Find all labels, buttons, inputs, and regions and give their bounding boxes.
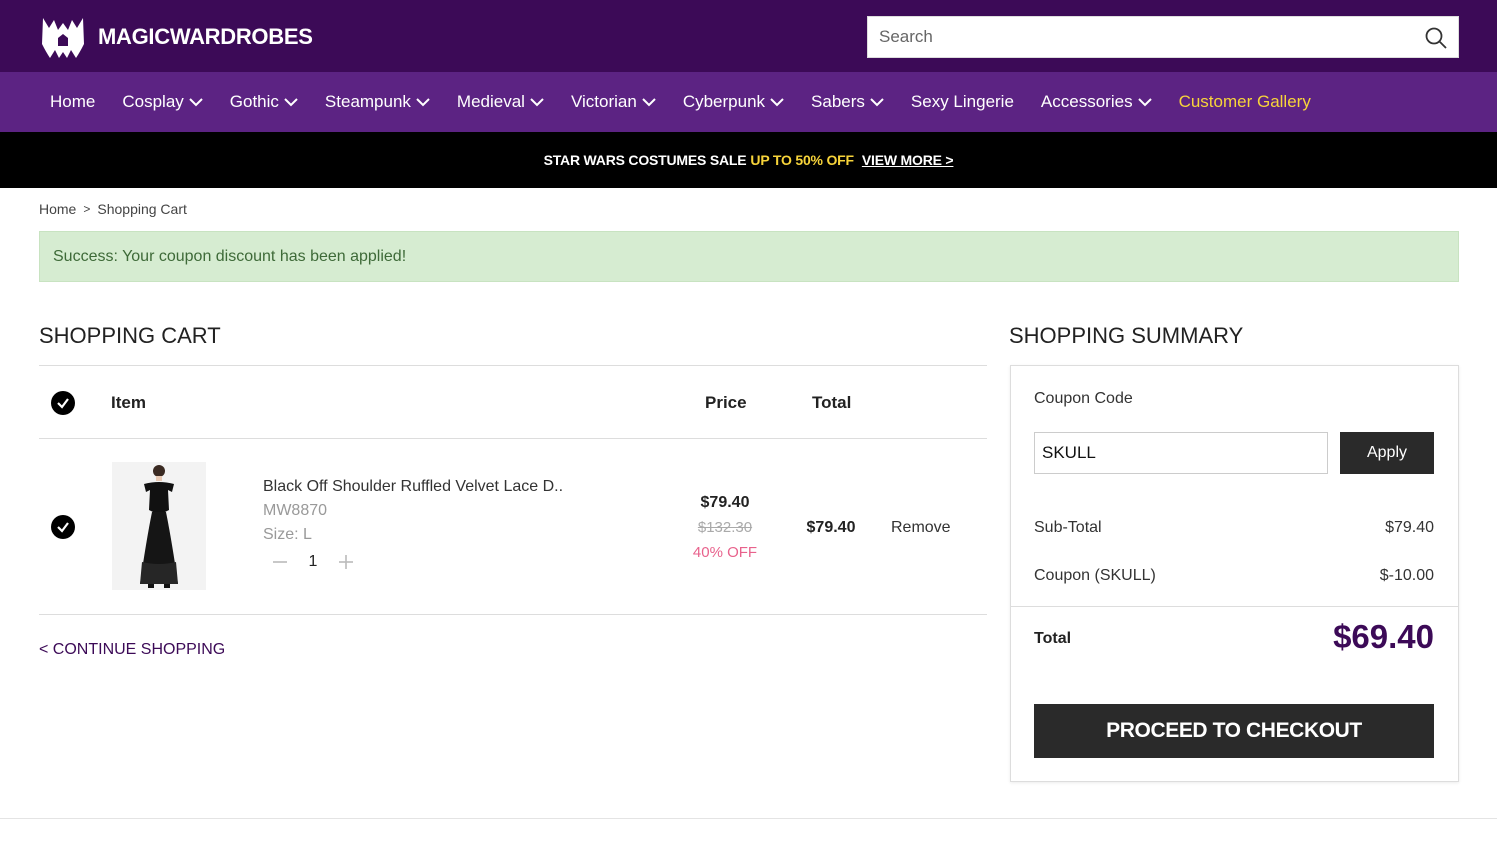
nav-label: Accessories [1040,92,1133,111]
line-total: $79.40 [806,519,856,536]
search-icon[interactable] [1424,26,1448,50]
nav-label: Cyberpunk [682,92,766,111]
nav-home[interactable]: Home [50,92,95,112]
nav-cyberpunk[interactable]: Cyberpunk [683,92,784,112]
chevron-down-icon [642,98,656,107]
nav-customer-gallery[interactable]: Customer Gallery [1179,92,1311,112]
order-total-value: $69.40 [1333,618,1434,655]
chevron-down-icon [870,98,884,107]
subtotal-value: $79.40 [1385,519,1434,536]
divider [39,365,987,366]
dress-image [112,462,206,590]
cart-title: SHOPPING CART [39,323,221,348]
breadcrumb-separator: > [83,202,91,216]
nav-label: Steampunk [324,92,411,111]
success-alert: Success: Your coupon discount has been a… [39,231,1459,282]
item-checkbox[interactable] [51,515,75,539]
order-total-label: Total [1034,630,1072,647]
product-image[interactable] [112,462,206,590]
chevron-down-icon [530,98,544,107]
subtotal-label: Sub-Total [1034,519,1102,536]
product-size: Size: L [263,526,312,543]
nav-label: Victorian [570,92,637,111]
chevron-down-icon [284,98,298,107]
breadcrumb-home[interactable]: Home [39,201,76,217]
coupon-discount-label: Coupon (SKULL) [1034,567,1156,584]
promo-highlight: UP TO 50% OFF [750,152,854,168]
product-name[interactable]: Black Off Shoulder Ruffled Velvet Lace D… [263,478,563,496]
chevron-down-icon [416,98,430,107]
coupon-label: Coupon Code [1034,390,1133,407]
nav-label: Sexy Lingerie [910,92,1014,111]
promo-view-more-link[interactable]: VIEW MORE > [862,152,954,168]
nav-label: Home [50,92,96,111]
search-input[interactable] [868,17,1408,57]
top-header: MAGICWARDROBES [0,0,1497,72]
nav-label: Medieval [456,92,525,111]
select-all-checkbox[interactable] [51,391,75,415]
original-price: $132.30 [697,519,753,536]
quantity-value[interactable]: 1 [304,553,322,571]
discount-badge: 40% OFF [692,544,758,561]
continue-shopping-link[interactable]: < CONTINUE SHOPPING [39,641,225,659]
coupon-discount-value: $-10.00 [1379,567,1434,584]
minus-icon[interactable] [270,552,290,572]
nav-label: Sabers [811,92,865,111]
nav-medieval[interactable]: Medieval [457,92,544,112]
main-nav: Home Cosplay Gothic Steampunk Medieval V… [0,72,1497,132]
nav-label: Customer Gallery [1178,92,1311,111]
coupon-code-input[interactable] [1034,432,1328,474]
brand-name: MAGICWARDROBES [98,24,313,49]
chevron-down-icon [1137,98,1152,107]
promo-text: STAR WARS COSTUMES SALE [543,152,747,168]
search-bar [867,16,1459,58]
nav-victorian[interactable]: Victorian [571,92,656,112]
column-header-price: Price [705,393,747,412]
promo-banner: STAR WARS COSTUMES SALE UP TO 50% OFF VI… [0,132,1497,188]
checkmark-icon [57,398,69,409]
footer-divider [0,818,1497,819]
unit-price: $79.40 [700,494,750,511]
nav-sabers[interactable]: Sabers [811,92,884,112]
divider [39,614,987,615]
remove-button[interactable]: Remove [891,519,951,537]
breadcrumb: Home > Shopping Cart [39,201,187,217]
proceed-to-checkout-button[interactable]: PROCEED TO CHECKOUT [1034,704,1434,758]
chevron-down-icon [189,98,203,107]
product-sku: MW8870 [263,502,328,519]
nav-steampunk[interactable]: Steampunk [325,92,430,112]
nav-accessories[interactable]: Accessories [1041,92,1152,112]
apply-coupon-button[interactable]: Apply [1340,432,1434,474]
nav-label: Cosplay [122,92,184,111]
divider [1011,606,1458,607]
nav-cosplay[interactable]: Cosplay [122,92,203,112]
chevron-down-icon [770,98,784,107]
alert-message: Success: Your coupon discount has been a… [53,247,407,265]
breadcrumb-current: Shopping Cart [97,201,187,217]
divider [39,438,987,439]
nav-label: Gothic [229,92,279,111]
nav-gothic[interactable]: Gothic [230,92,298,112]
bat-castle-logo-icon [42,18,84,58]
column-header-total: Total [812,393,852,412]
summary-title: SHOPPING SUMMARY [1009,323,1244,348]
checkmark-icon [57,522,69,533]
nav-sexy-lingerie[interactable]: Sexy Lingerie [911,92,1014,112]
column-header-item: Item [111,393,146,412]
plus-icon[interactable] [336,552,356,572]
brand-logo[interactable]: MAGICWARDROBES [40,14,313,60]
